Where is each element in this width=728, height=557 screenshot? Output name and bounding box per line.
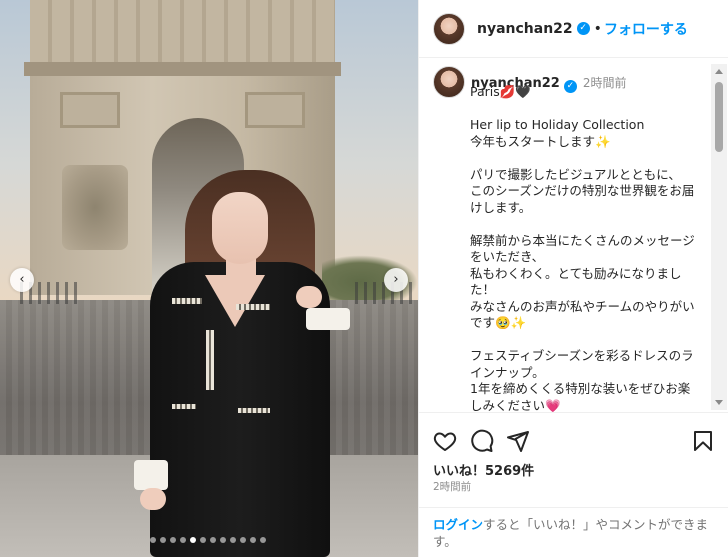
scroll-up-arrow-icon[interactable] bbox=[715, 69, 723, 74]
header-username[interactable]: nyanchan22 bbox=[477, 21, 573, 37]
carousel-dot bbox=[200, 537, 206, 543]
post-photo[interactable]: ‹ › bbox=[0, 0, 418, 557]
caption-scrollbar[interactable] bbox=[711, 64, 727, 410]
carousel-dot bbox=[160, 537, 166, 543]
pocket-trim bbox=[236, 304, 270, 310]
login-prompt: ログインすると「いいね！」やコメントができます。 bbox=[419, 507, 728, 557]
avatar[interactable] bbox=[433, 12, 465, 45]
button-trim bbox=[206, 330, 214, 390]
scroll-thumb[interactable] bbox=[715, 82, 723, 152]
dress-neckline bbox=[205, 275, 265, 327]
model-hand bbox=[140, 488, 166, 510]
carousel-dot bbox=[190, 537, 196, 543]
caption-text: Paris💋🖤 Her lip to Holiday Collection 今年… bbox=[470, 84, 695, 412]
model-hand bbox=[296, 286, 322, 308]
post-header: nyanchan22 ✓ • フォローする bbox=[419, 0, 728, 58]
verified-badge-icon: ✓ bbox=[576, 22, 590, 35]
post-actions: いいね！5269件 2時間前 ログインすると「いいね！」やコメントができます。 bbox=[419, 412, 728, 557]
carousel-prev-button[interactable]: ‹ bbox=[10, 268, 34, 292]
carousel-dot bbox=[180, 537, 186, 543]
caption-area: nyanchan22 ✓ 2時間前 Paris💋🖤 Her lip to Holid… bbox=[419, 58, 719, 412]
pocket-trim bbox=[172, 298, 202, 304]
post-side-panel: nyanchan22 ✓ • フォローする nyanchan22 ✓ 2時間前 Pa… bbox=[418, 0, 728, 557]
pocket-trim bbox=[172, 404, 196, 409]
bookmark-icon[interactable] bbox=[691, 429, 715, 453]
post-time[interactable]: 2時間前 bbox=[433, 479, 471, 494]
carousel-dot bbox=[210, 537, 216, 543]
login-link[interactable]: ログイン bbox=[433, 517, 483, 532]
comment-icon[interactable] bbox=[470, 429, 494, 453]
share-icon[interactable] bbox=[506, 429, 530, 453]
header-separator: • bbox=[593, 20, 602, 37]
carousel-dot bbox=[150, 537, 156, 543]
scroll-down-arrow-icon[interactable] bbox=[715, 400, 723, 405]
sleeve-cuff bbox=[306, 308, 350, 330]
carousel-dot bbox=[230, 537, 236, 543]
heart-icon[interactable] bbox=[433, 429, 457, 453]
sleeve-cuff bbox=[134, 460, 168, 490]
carousel-dot bbox=[260, 537, 266, 543]
like-count[interactable]: いいね！5269件 bbox=[433, 460, 534, 479]
avatar[interactable] bbox=[433, 66, 465, 98]
carousel-dot bbox=[220, 537, 226, 543]
carousel-dots bbox=[150, 537, 266, 543]
carousel-dot bbox=[240, 537, 246, 543]
carousel-dot bbox=[250, 537, 256, 543]
carousel-dot bbox=[170, 537, 176, 543]
model-face bbox=[212, 192, 268, 264]
pocket-trim bbox=[238, 408, 270, 413]
follow-button[interactable]: フォローする bbox=[604, 19, 688, 39]
carousel-next-button[interactable]: › bbox=[384, 268, 408, 292]
